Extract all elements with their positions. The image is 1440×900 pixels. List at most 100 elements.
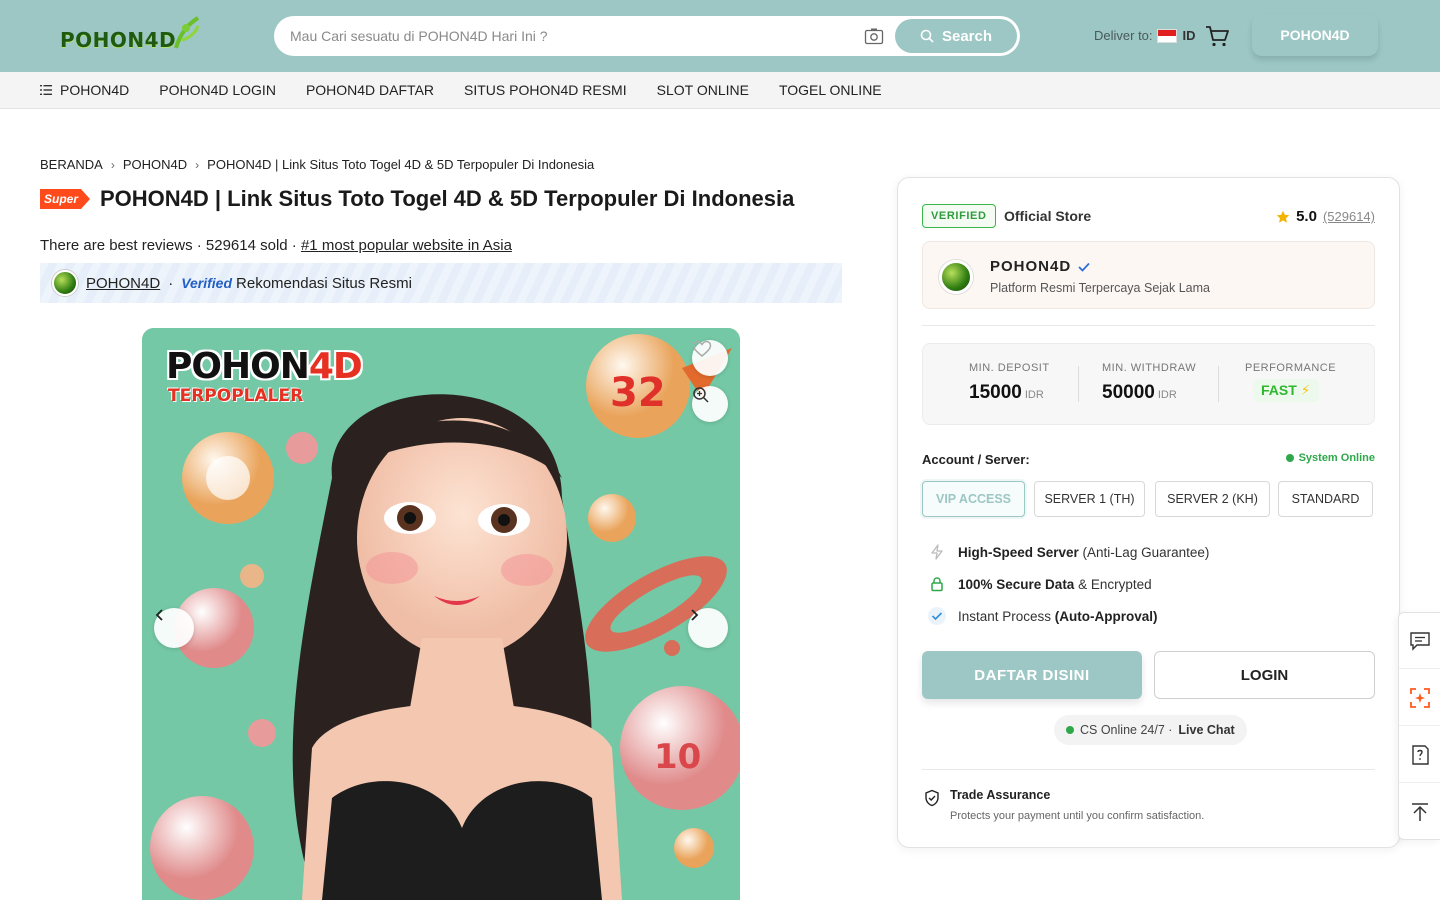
- breadcrumb-home[interactable]: BERANDA: [40, 157, 103, 172]
- verified-badge: VERIFIED: [922, 204, 996, 228]
- verified-tag: Verified: [181, 275, 233, 291]
- chat-message-icon: [1410, 631, 1430, 651]
- performance-badge: FAST ⚡: [1253, 379, 1319, 402]
- feature-high-speed: High-Speed Server (Anti-Lag Guarantee): [928, 543, 1209, 561]
- zoom-button[interactable]: [692, 386, 728, 422]
- zoom-in-icon: [693, 387, 709, 403]
- nav-item-situs-resmi[interactable]: SITUS POHON4D RESMI: [464, 82, 627, 98]
- server-option-vip[interactable]: VIP ACCESS: [922, 481, 1025, 517]
- menu-icon: [40, 85, 52, 95]
- lightning-icon: ⚡: [1300, 382, 1311, 398]
- breadcrumb: BERANDA › POHON4D › POHON4D | Link Situs…: [40, 157, 594, 172]
- store-description: Platform Resmi Terpercaya Sejak Lama: [990, 281, 1210, 295]
- popular-rank-link[interactable]: #1 most popular website in Asia: [301, 237, 512, 254]
- svg-text:32: 32: [610, 370, 666, 416]
- review-summary: There are best reviews · 529614 sold · #…: [40, 237, 512, 254]
- store-avatar: [939, 260, 973, 294]
- reviews-sold-text: There are best reviews · 529614 sold ·: [40, 237, 297, 254]
- cart-icon[interactable]: [1204, 24, 1230, 48]
- nav-item-login[interactable]: POHON4D LOGIN: [159, 82, 276, 98]
- product-title: POHON4D | Link Situs Toto Togel 4D & 5D …: [100, 186, 795, 211]
- server-option-kh[interactable]: SERVER 2 (KH): [1155, 481, 1270, 517]
- server-option-standard[interactable]: STANDARD: [1278, 481, 1373, 517]
- cs-online-pill[interactable]: CS Online 24/7 · Live Chat: [1054, 715, 1247, 745]
- rating-count-link[interactable]: (529614): [1323, 209, 1375, 224]
- chevron-left-icon: [155, 609, 163, 621]
- hero-logo: POHON4D: [166, 346, 363, 387]
- status-dot-icon: [1285, 454, 1294, 462]
- live-chat-link[interactable]: Live Chat: [1178, 723, 1234, 737]
- gallery-prev-button[interactable]: [154, 608, 194, 648]
- camera-search-icon[interactable]: [864, 27, 884, 45]
- hero-logo-main: POHON: [166, 346, 310, 387]
- stat-value: 50000: [1102, 382, 1155, 403]
- nav-item-togel-online[interactable]: TOGEL ONLINE: [779, 82, 882, 98]
- shield-check-icon: [925, 789, 939, 807]
- breadcrumb-current: POHON4D | Link Situs Toto Togel 4D & 5D …: [207, 157, 595, 172]
- login-button[interactable]: LOGIN: [1154, 651, 1375, 699]
- seller-avatar: [52, 270, 78, 296]
- site-logo[interactable]: POHON4D: [58, 14, 203, 58]
- divider: [922, 769, 1375, 770]
- stat-label: PERFORMANCE: [1245, 362, 1337, 374]
- product-image-gallery: 32 10 POHON4D TERPOPLALER: [142, 328, 740, 900]
- header-cta-button[interactable]: POHON4D: [1252, 14, 1378, 56]
- faq-button[interactable]: [1399, 727, 1440, 783]
- account-server-label: Account / Server:: [922, 452, 1030, 467]
- store-name: POHON4D: [990, 258, 1091, 275]
- search-input[interactable]: [290, 16, 860, 56]
- chevron-right-icon: [691, 609, 699, 621]
- deliver-to-selector[interactable]: Deliver to: ID: [1094, 28, 1196, 43]
- deliver-label: Deliver to:: [1094, 28, 1153, 43]
- official-store-label: Official Store: [1004, 208, 1092, 224]
- lock-icon: [928, 575, 946, 593]
- seller-link[interactable]: POHON4D: [86, 275, 160, 292]
- stat-min-withdraw: MIN. WITHDRAW 50000 IDR: [1102, 362, 1196, 404]
- lightning-outline-icon: [928, 543, 946, 561]
- ai-assistant-button[interactable]: [1399, 670, 1440, 726]
- daftar-button[interactable]: DAFTAR DISINI: [922, 651, 1142, 699]
- favorite-button[interactable]: [692, 340, 728, 376]
- help-document-icon: [1412, 744, 1429, 765]
- search-icon: [920, 29, 934, 43]
- hero-logo-accent: 4D: [308, 346, 363, 387]
- verified-text: Rekomendasi Situs Resmi: [236, 274, 412, 292]
- arrow-up-icon: [1412, 803, 1428, 821]
- hero-logo-sub: TERPOPLALER: [168, 386, 304, 406]
- search-button[interactable]: Search: [895, 19, 1017, 53]
- nav-item-pohon4d[interactable]: POHON4D: [40, 82, 129, 98]
- feature-instant-process: Instant Process (Auto-Approval): [928, 607, 1158, 625]
- back-to-top-button[interactable]: [1399, 784, 1440, 840]
- deliver-country: ID: [1182, 28, 1196, 43]
- breadcrumb-category[interactable]: POHON4D: [123, 157, 187, 172]
- star-icon: [1276, 210, 1290, 223]
- super-badge: Super: [40, 189, 90, 209]
- nav-item-slot-online[interactable]: SLOT ONLINE: [657, 82, 749, 98]
- stat-divider: [1218, 366, 1219, 402]
- top-header: POHON4D Search Deliver to: ID POHON4D: [0, 0, 1440, 72]
- stat-divider: [1078, 366, 1079, 402]
- rating-score: 5.0: [1296, 208, 1317, 225]
- feature-text: & Encrypted: [1074, 576, 1152, 592]
- server-option-th[interactable]: SERVER 1 (TH): [1034, 481, 1145, 517]
- verified-check-icon: [1078, 262, 1090, 272]
- performance-value: FAST: [1261, 382, 1297, 398]
- stat-label: MIN. WITHDRAW: [1102, 362, 1197, 374]
- heart-icon: [692, 340, 712, 357]
- separator-dot: ·: [168, 274, 174, 292]
- feature-text: Instant Process: [958, 608, 1055, 624]
- divider: [922, 325, 1375, 326]
- stat-min-deposit: MIN. DEPOSIT 15000 IDR: [969, 362, 1050, 404]
- svg-text:10: 10: [654, 737, 701, 777]
- trade-assurance-desc: Protects your payment until you confirm …: [950, 810, 1205, 822]
- stat-value: 15000: [969, 382, 1022, 403]
- logo-text: POHON4D: [60, 28, 177, 52]
- gallery-next-button[interactable]: [688, 608, 728, 648]
- feature-text: (Anti-Lag Guarantee): [1078, 544, 1210, 560]
- purchase-card: VERIFIED Official Store 5.0 (529614) POH…: [897, 177, 1400, 848]
- trade-assurance-title: Trade Assurance: [950, 788, 1051, 802]
- ai-scan-icon: [1410, 687, 1430, 708]
- chevron-right-icon: ›: [195, 157, 200, 172]
- nav-item-daftar[interactable]: POHON4D DAFTAR: [306, 82, 434, 98]
- message-button[interactable]: [1399, 613, 1440, 669]
